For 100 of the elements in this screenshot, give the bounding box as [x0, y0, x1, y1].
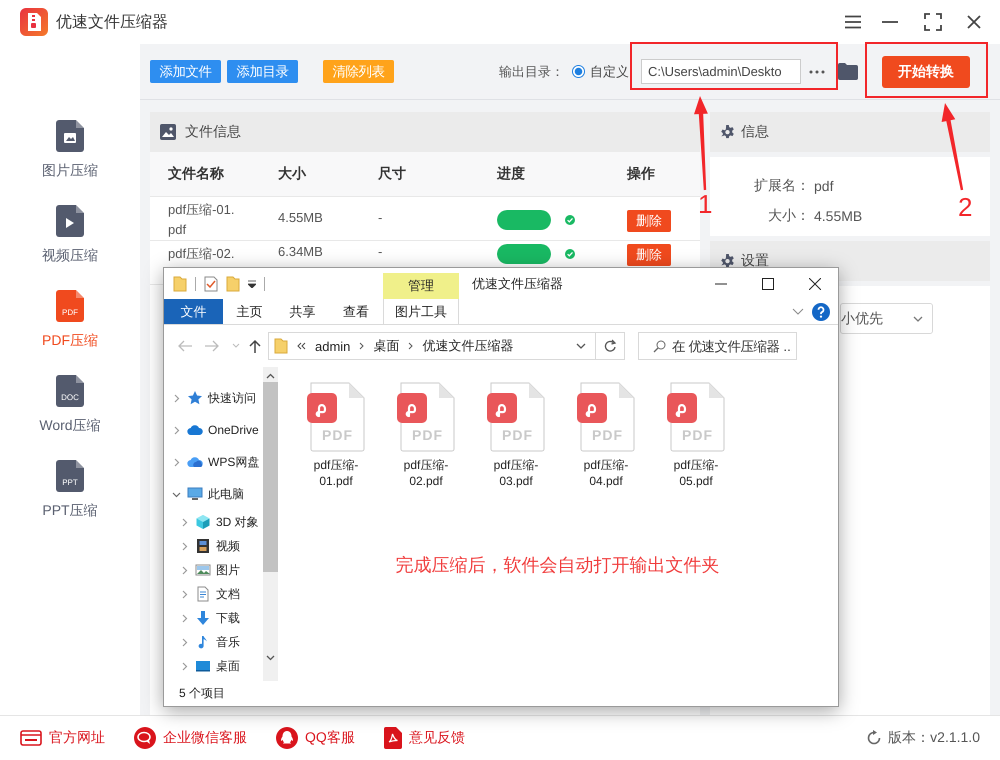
column-header: 操作	[627, 165, 656, 183]
new-folder-icon[interactable]	[226, 276, 240, 292]
nav-item[interactable]: 桌面	[164, 654, 263, 678]
file-name[interactable]: pdf压缩-02.pdf	[403, 457, 449, 489]
sidebar-item[interactable]: 图片压缩	[42, 120, 98, 205]
delete-button[interactable]: 删除	[627, 210, 671, 232]
close-icon[interactable]	[808, 278, 820, 290]
radio-button[interactable]	[572, 65, 585, 78]
delete-button[interactable]: 删除	[627, 244, 671, 266]
footer-link[interactable]: 意见反馈	[384, 727, 465, 749]
dropdown-icon[interactable]	[248, 280, 256, 288]
help-icon[interactable]	[812, 302, 830, 320]
folder-icon[interactable]	[838, 63, 858, 80]
chat-icon	[134, 727, 156, 749]
nav-item[interactable]: 文档	[164, 582, 263, 606]
properties-icon[interactable]	[204, 276, 218, 292]
pdf-file-icon[interactable]	[307, 382, 365, 452]
annotation-note: 完成压缩后，软件会自动打开输出文件夹	[394, 554, 720, 577]
nav-item[interactable]: WPS网盘	[164, 446, 263, 478]
start-button[interactable]: 开始转换	[882, 56, 970, 88]
refresh-icon[interactable]	[866, 730, 882, 746]
column-header: 进度	[497, 165, 526, 183]
nav-item[interactable]: 快速访问	[164, 382, 263, 414]
nav-item[interactable]: 视频	[164, 534, 263, 558]
column-header: 尺寸	[378, 165, 407, 183]
sidebar-item[interactable]: 视频压缩	[42, 205, 98, 290]
output-label: 输出目录：	[499, 62, 564, 80]
file-name[interactable]: pdf压缩-04.pdf	[583, 457, 629, 489]
nav-item[interactable]: 下载	[164, 606, 263, 630]
file-name[interactable]: pdf压缩-03.pdf	[493, 457, 539, 489]
document-icon	[56, 120, 84, 152]
up-icon[interactable]	[249, 339, 261, 353]
footer-link[interactable]: 企业微信客服	[134, 727, 247, 749]
image-icon	[160, 124, 176, 140]
app-title: 优速文件压缩器	[56, 12, 168, 32]
gear-icon	[720, 254, 735, 268]
cloud-icon	[187, 422, 203, 438]
menu-icon[interactable]	[844, 15, 862, 29]
breadcrumb-item[interactable]: 桌面	[373, 337, 400, 355]
fullscreen-icon[interactable]	[924, 13, 942, 31]
cloud-icon	[187, 454, 203, 470]
star-icon	[187, 390, 203, 406]
panel-title: 信息	[741, 123, 769, 141]
column-header: 大小	[278, 165, 308, 183]
table-cell-text: -	[378, 210, 384, 225]
pdf-file-icon[interactable]	[397, 382, 455, 452]
output-path-field[interactable]: C:\Users\admin\Deskto	[641, 59, 801, 84]
sidebar-item[interactable]: PPT PPT压缩	[42, 460, 98, 545]
document-icon	[56, 460, 84, 492]
back-icon[interactable]	[178, 340, 192, 352]
maximize-icon[interactable]	[762, 278, 774, 290]
close-icon[interactable]	[966, 14, 982, 30]
scrollbar[interactable]	[263, 367, 278, 681]
callout-number: 2	[958, 194, 972, 220]
icon-text: DOC	[60, 393, 80, 402]
table-cell-text: pdf压缩-02.	[168, 245, 236, 263]
nav-item[interactable]: OneDrive	[164, 414, 263, 446]
nav-item[interactable]: 3D 对象	[164, 510, 263, 534]
desktop-icon	[195, 658, 211, 674]
file-menu-tab[interactable]: 文件	[164, 299, 223, 324]
search-field[interactable]: 在 优速文件压缩器 ...	[638, 332, 797, 360]
dropdown-icon[interactable]	[576, 343, 586, 349]
minimize-icon[interactable]	[714, 282, 726, 284]
table-cell-text: -	[378, 244, 384, 259]
chevron-down-icon[interactable]	[913, 316, 923, 322]
table-cell-text: 6.34MB	[278, 244, 324, 259]
scroll-up-icon[interactable]	[266, 373, 275, 379]
pdf-file-icon[interactable]	[487, 382, 545, 452]
pdf-file-icon[interactable]	[667, 382, 725, 452]
cube-icon	[195, 514, 211, 530]
sidebar-item[interactable]: PDF PDF压缩	[42, 290, 98, 375]
sidebar-item[interactable]: DOC Word压缩	[39, 375, 101, 460]
recent-locations-icon[interactable]	[232, 343, 240, 349]
table-cell-text: 4.55MB	[278, 210, 324, 225]
refresh-icon[interactable]	[604, 339, 616, 353]
ribbon-tab[interactable]: 查看	[329, 299, 383, 324]
nav-item[interactable]: 音乐	[164, 630, 263, 654]
document-icon	[56, 375, 84, 407]
scrollbar-thumb[interactable]	[263, 382, 278, 572]
file-name[interactable]: pdf压缩-05.pdf	[673, 457, 719, 489]
priority-dropdown[interactable]: 小优先	[840, 303, 933, 334]
minimize-icon[interactable]	[881, 20, 899, 24]
ribbon-tab[interactable]: 共享	[276, 299, 329, 324]
file-name[interactable]: pdf压缩-01.pdf	[313, 457, 359, 489]
app-logo-icon	[20, 8, 48, 36]
nav-item[interactable]: 图片	[164, 558, 263, 582]
scroll-down-icon[interactable]	[266, 655, 275, 661]
footer-link[interactable]: QQ客服	[276, 727, 355, 749]
ribbon-tab[interactable]: 主页	[223, 299, 276, 324]
monitor-icon	[187, 486, 203, 502]
address-bar[interactable]: admin 桌面 优速文件压缩器	[268, 332, 625, 360]
penguin-icon	[276, 727, 298, 749]
more-icon[interactable]	[809, 70, 825, 74]
nav-item[interactable]: 此电脑	[164, 478, 263, 510]
breadcrumb-item[interactable]: admin	[315, 338, 350, 354]
footer-link[interactable]: 官方网址	[20, 729, 105, 747]
pdf-file-icon[interactable]	[577, 382, 635, 452]
forward-icon[interactable]	[205, 340, 219, 352]
breadcrumb-item[interactable]: 优速文件压缩器	[422, 337, 514, 355]
expand-ribbon-icon[interactable]	[792, 308, 804, 316]
